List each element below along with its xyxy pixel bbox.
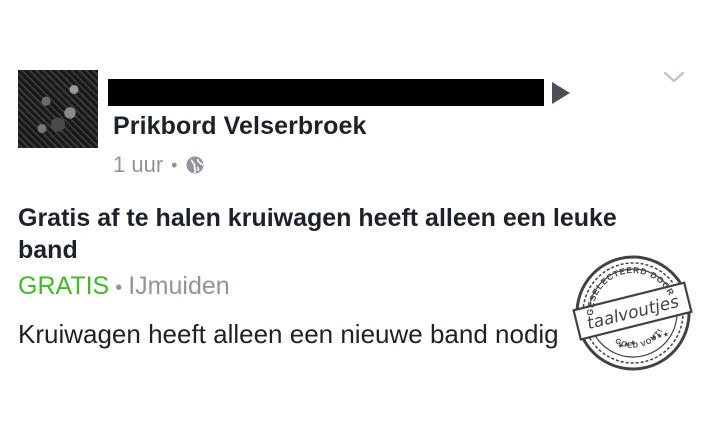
author-name-redacted <box>108 79 544 106</box>
listing-price: GRATIS <box>18 272 110 300</box>
facebook-post: Prikbord Velserbroek 1 uur • Gratis af t… <box>0 0 720 445</box>
listing-description: Kruiwagen heeft alleen een nieuwe band n… <box>18 319 559 349</box>
globe-icon <box>186 156 205 174</box>
chevron-down-icon[interactable] <box>662 68 686 86</box>
taalvoutjes-stamp: GESELECTEERD DOOR taalvoutjes GOED VOUT!… <box>572 255 693 371</box>
post-timestamp[interactable]: 1 uur <box>113 152 163 178</box>
price-separator: • <box>115 277 123 299</box>
listing-price-location: GRATIS • IJmuiden <box>18 272 230 301</box>
post-meta: 1 uur • <box>113 152 205 178</box>
meta-separator: • <box>171 154 178 175</box>
group-avatar[interactable] <box>18 70 98 148</box>
listing-location[interactable]: IJmuiden <box>128 272 229 300</box>
play-arrow-icon <box>552 82 570 104</box>
group-name-link[interactable]: Prikbord Velserbroek <box>113 112 367 141</box>
